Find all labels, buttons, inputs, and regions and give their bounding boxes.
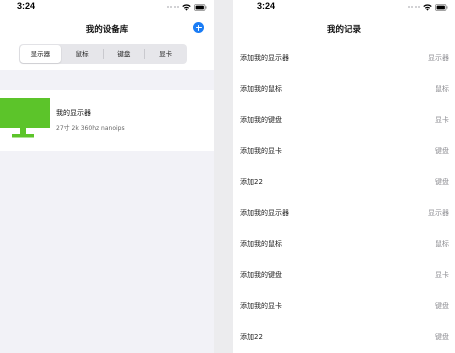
segment-mouse[interactable]: 鼠标 [62, 45, 103, 63]
record-title: 添加我的键盘 [240, 271, 282, 279]
record-title: 添加我的显卡 [240, 147, 282, 155]
device-list-item[interactable]: 我的显示器 27寸 2k 360hz nanoips [0, 90, 214, 151]
wifi-icon [423, 3, 432, 11]
device-category-segmented-control: 显示器 鼠标 键盘 显卡 [19, 44, 187, 64]
wifi-icon [182, 3, 191, 11]
status-time: 3:24 [257, 1, 276, 11]
record-row[interactable]: 添加我的鼠标 鼠标 [233, 74, 455, 105]
record-row[interactable]: 添加我的显卡 键盘 [233, 136, 455, 167]
record-row[interactable]: 添加我的键盘 显卡 [233, 105, 455, 136]
record-device-type: 键盘 [435, 147, 449, 155]
record-device-type: 键盘 [435, 333, 449, 341]
battery-icon [435, 3, 448, 11]
status-time: 3:24 [17, 1, 36, 11]
record-row[interactable]: 添加22 键盘 [233, 167, 455, 198]
status-icons [407, 3, 449, 11]
navigation-bar: 我的记录 [233, 14, 455, 42]
record-device-type: 鼠标 [435, 85, 449, 93]
page-title: 我的设备库 [85, 24, 129, 34]
record-device-type: 显示器 [428, 54, 449, 62]
monitor-icon [0, 98, 50, 138]
record-device-type: 显示器 [428, 209, 449, 217]
record-row[interactable]: 添加我的键盘 显卡 [233, 260, 455, 291]
device-name: 我的显示器 [56, 109, 91, 117]
records-screen: 3:24 我的记录 添加我的显示器 显示器 添加我的鼠标 鼠标 添加我的键盘 显… [233, 0, 455, 353]
record-title: 添加22 [240, 333, 263, 341]
battery-icon [194, 3, 207, 11]
record-device-type: 显卡 [435, 116, 449, 124]
record-device-type: 显卡 [435, 271, 449, 279]
navigation-bar: 我的设备库 显示器 鼠标 键盘 显卡 [0, 14, 214, 70]
record-row[interactable]: 添加22 键盘 [233, 322, 455, 353]
segment-monitor[interactable]: 显示器 [20, 45, 61, 63]
record-device-type: 鼠标 [435, 240, 449, 248]
page-title: 我的记录 [326, 24, 361, 34]
device-detail: 27寸 2k 360hz nanoips [56, 125, 125, 132]
status-bar: 3:24 [0, 0, 214, 14]
record-row[interactable]: 添加我的显示器 显示器 [233, 198, 455, 229]
status-icons [166, 3, 208, 11]
record-title: 添加我的显卡 [240, 302, 282, 310]
record-title: 添加我的显示器 [240, 54, 289, 62]
status-bar: 3:24 [233, 0, 455, 14]
add-device-button[interactable] [193, 22, 204, 33]
record-row[interactable]: 添加我的显示器 显示器 [233, 43, 455, 74]
segment-keyboard[interactable]: 键盘 [104, 45, 145, 63]
record-title: 添加我的显示器 [240, 209, 289, 217]
segment-graphics-card[interactable]: 显卡 [145, 45, 186, 63]
record-row[interactable]: 添加我的显卡 键盘 [233, 291, 455, 322]
records-list: 添加我的显示器 显示器 添加我的鼠标 鼠标 添加我的键盘 显卡 添加我的显卡 键… [233, 43, 455, 353]
cellular-signal-icon [407, 6, 420, 8]
record-row[interactable]: 添加我的鼠标 鼠标 [233, 229, 455, 260]
screen-divider [214, 0, 233, 353]
cellular-signal-icon [166, 6, 179, 8]
record-title: 添加我的鼠标 [240, 240, 282, 248]
record-device-type: 键盘 [435, 302, 449, 310]
record-title: 添加22 [240, 178, 263, 186]
device-library-screen: 3:24 我的设备库 显示器 鼠标 键盘 显卡 我的显示器 27寸 2k 360… [0, 0, 214, 353]
record-title: 添加我的鼠标 [240, 85, 282, 93]
record-title: 添加我的键盘 [240, 116, 282, 124]
record-device-type: 键盘 [435, 178, 449, 186]
